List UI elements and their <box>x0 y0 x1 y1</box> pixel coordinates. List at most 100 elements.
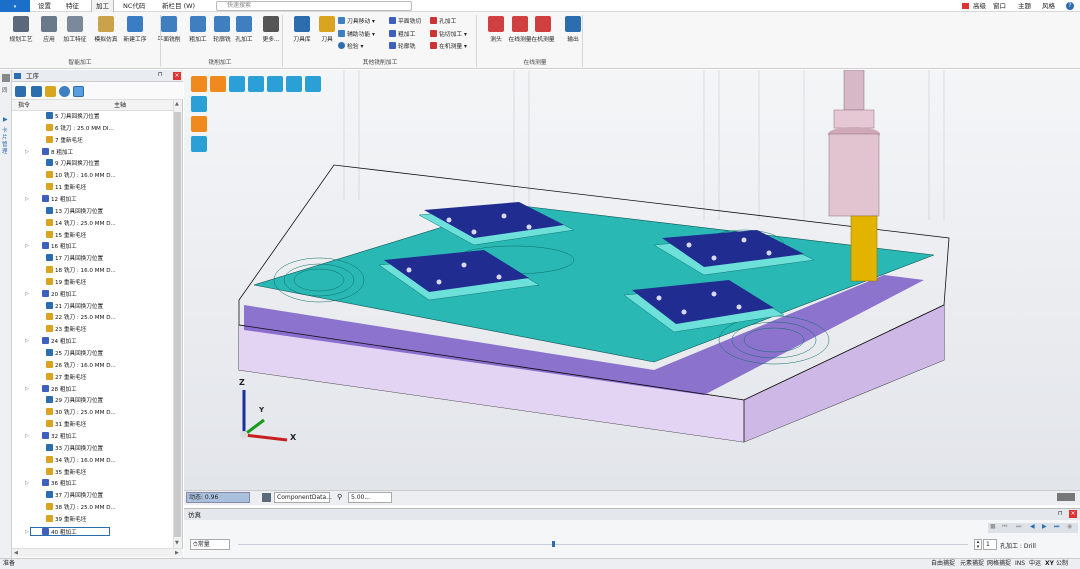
expand-icon[interactable]: ▷ <box>25 479 29 488</box>
close-icon[interactable]: × <box>173 72 181 80</box>
tree-row[interactable]: 23 重新毛坯 <box>12 325 86 334</box>
tree-row[interactable]: 6 铣刀 : 25.0 MM Dl... <box>12 123 114 133</box>
tree-row[interactable]: 34 铣刀 : 16.0 MM D... <box>12 455 116 465</box>
next-icon[interactable]: ⏭ <box>1054 523 1059 531</box>
end-icon[interactable]: ◉ <box>1067 523 1072 530</box>
tab-machining[interactable]: 加工 <box>91 0 114 12</box>
tab-settings[interactable]: 设置 <box>38 0 51 12</box>
onmachine-measure-button[interactable]: 在机测量 <box>528 16 558 56</box>
step-spinner[interactable]: ▴ ▾ <box>974 539 982 550</box>
tree-row[interactable]: 7 重新毛坯 <box>12 135 83 145</box>
tab-new-column[interactable]: 新栏目 (W) <box>162 0 195 12</box>
tree-row[interactable]: 14 铣刀 : 25.0 MM D... <box>12 218 116 228</box>
tree-row[interactable]: ▷ 12 粗加工 <box>12 194 77 204</box>
refresh-icon[interactable] <box>15 86 26 97</box>
list-icon[interactable] <box>31 86 42 97</box>
prev-icon[interactable]: ◀ <box>1030 523 1035 530</box>
rewind-icon[interactable]: ⏮ <box>1002 523 1007 531</box>
expand-icon[interactable]: ▷ <box>25 148 29 157</box>
status-mid[interactable]: 中运 <box>1029 559 1041 569</box>
skip-back-icon[interactable]: ⏭ <box>1016 523 1021 531</box>
scroll-left-icon[interactable]: ◀ <box>14 550 18 556</box>
tree-row[interactable]: 35 重新毛坯 <box>12 467 86 477</box>
animation-speed[interactable]: 动态: 0.96 <box>186 492 250 503</box>
status-free-snap[interactable]: 自由捕捉 <box>931 559 955 569</box>
status-units[interactable]: 公制 <box>1056 559 1068 569</box>
status-grid-snap[interactable]: 网格捕捉 <box>987 559 1011 569</box>
tree-row[interactable]: 30 铣刀 : 25.0 MM D... <box>12 408 116 417</box>
aux-function-button[interactable]: 辅助功能 ▾ <box>338 30 375 40</box>
document-icon[interactable] <box>2 74 10 82</box>
scroll-thumb[interactable] <box>174 112 181 537</box>
sim-progress-thumb[interactable] <box>551 541 555 547</box>
expand-icon[interactable]: ▷ <box>25 290 29 299</box>
tree-row[interactable]: 17 刀具回换刀位置 <box>12 254 103 263</box>
tree-row[interactable]: 19 重新毛坯 <box>12 277 86 287</box>
help-icon[interactable]: ? <box>1066 2 1074 10</box>
tree-row[interactable]: 21 刀具回换刀位置 <box>12 301 103 311</box>
3d-viewport[interactable]: Z X Y <box>184 70 1080 490</box>
view-wire-icon[interactable] <box>191 136 207 152</box>
onmachine-measure-small-button[interactable]: 在机测量 ▾ <box>430 42 467 52</box>
view-front-icon[interactable] <box>210 76 226 92</box>
side-arrow-icon[interactable]: ▶ <box>3 116 8 123</box>
play-icon[interactable]: ▶ <box>1042 523 1047 530</box>
value-dropdown[interactable]: 5.00... <box>348 492 392 503</box>
col-command[interactable]: 指令 <box>18 100 30 111</box>
speed-mode-select[interactable]: ⏱常量 <box>190 539 230 550</box>
view-up-icon[interactable] <box>248 76 264 92</box>
expand-icon[interactable]: ▷ <box>25 432 29 441</box>
filter-icon[interactable]: ⚲ <box>337 493 342 501</box>
tab-features[interactable]: 特征 <box>66 0 79 12</box>
inspect-button[interactable]: 检验 ▾ <box>338 42 363 52</box>
tree-row[interactable]: 37 刀具回换刀位置 <box>12 491 103 500</box>
face-mill-button[interactable]: 平面铣切 <box>389 17 421 27</box>
tree-row[interactable]: 33 刀具回换刀位置 <box>12 443 103 453</box>
tree-row[interactable]: 11 重新毛坯 <box>12 183 86 192</box>
simulate-button[interactable]: 模拟仿真 <box>91 16 121 56</box>
tree-row[interactable]: ▷ 32 粗加工 <box>12 431 77 441</box>
tree-row[interactable]: 38 铣刀 : 25.0 MM D... <box>12 503 116 512</box>
plan-process-button[interactable]: 规划工艺 <box>6 16 36 56</box>
component-dropdown[interactable]: ComponentData... <box>274 492 332 503</box>
tree-row[interactable]: 13 刀具回换刀位置 <box>12 206 103 216</box>
tree-row[interactable]: 15 重新毛坯 <box>12 230 86 240</box>
side-tab-label[interactable]: 同 <box>2 86 8 94</box>
view-top-icon[interactable] <box>229 76 245 92</box>
sim-pin-icon[interactable]: ⊓ <box>1058 510 1063 517</box>
scroll-up-icon[interactable]: ▲ <box>175 101 179 107</box>
zoom-icon[interactable] <box>267 76 283 92</box>
scroll-right-icon[interactable]: ▶ <box>175 550 179 556</box>
tree-row[interactable]: 26 铣刀 : 16.0 MM D... <box>12 360 116 370</box>
status-element-snap[interactable]: 元素捕捉 <box>960 559 984 569</box>
machining-feature-button[interactable]: 加工特征 <box>60 16 90 56</box>
output-button[interactable]: 输出 <box>558 16 588 56</box>
expand-icon[interactable]: ▷ <box>25 528 29 537</box>
expand-icon[interactable]: ▷ <box>25 337 29 346</box>
tree-row[interactable]: 25 刀具回换刀位置 <box>12 349 103 358</box>
scroll-down-icon[interactable]: ▼ <box>175 540 179 546</box>
tree-row[interactable]: ▷ 40 粗加工 <box>25 526 110 536</box>
list-view-icon[interactable] <box>286 76 302 92</box>
tree-row[interactable]: ▷ 24 粗加工 <box>12 337 77 346</box>
pan-icon[interactable] <box>305 76 321 92</box>
pin-icon[interactable]: ⊓ <box>158 71 163 78</box>
advanced-menu[interactable]: 高级 <box>973 0 986 12</box>
tool-move-button[interactable]: 刀具移动 ▾ <box>338 17 375 27</box>
col-spindle[interactable]: 主轴 <box>114 100 126 111</box>
tree-row[interactable]: ▷ 16 粗加工 <box>12 242 77 251</box>
search-input[interactable]: 快速搜索 <box>216 1 412 11</box>
status-ins[interactable]: INS <box>1015 559 1025 569</box>
file-menu-button[interactable]: ▾ <box>0 0 30 12</box>
tool-icon[interactable] <box>45 86 56 97</box>
rough-button[interactable]: 粗加工 <box>389 30 415 40</box>
globe-icon[interactable] <box>59 86 70 97</box>
tree-row[interactable]: ▷ 28 粗加工 <box>12 384 77 394</box>
tree-row[interactable]: 29 刀具回换刀位置 <box>12 396 103 405</box>
horizontal-scrollbar[interactable]: ◀ ▶ <box>12 548 183 557</box>
tree-row[interactable]: 10 铣刀 : 16.0 MM D... <box>12 171 116 180</box>
tree-row[interactable]: ▷ 8 粗加工 <box>12 147 73 157</box>
drill-button[interactable]: 孔加工 <box>430 17 456 27</box>
contour-button[interactable]: 轮廓铣 <box>389 42 415 52</box>
sim-progress-track[interactable] <box>238 544 968 545</box>
